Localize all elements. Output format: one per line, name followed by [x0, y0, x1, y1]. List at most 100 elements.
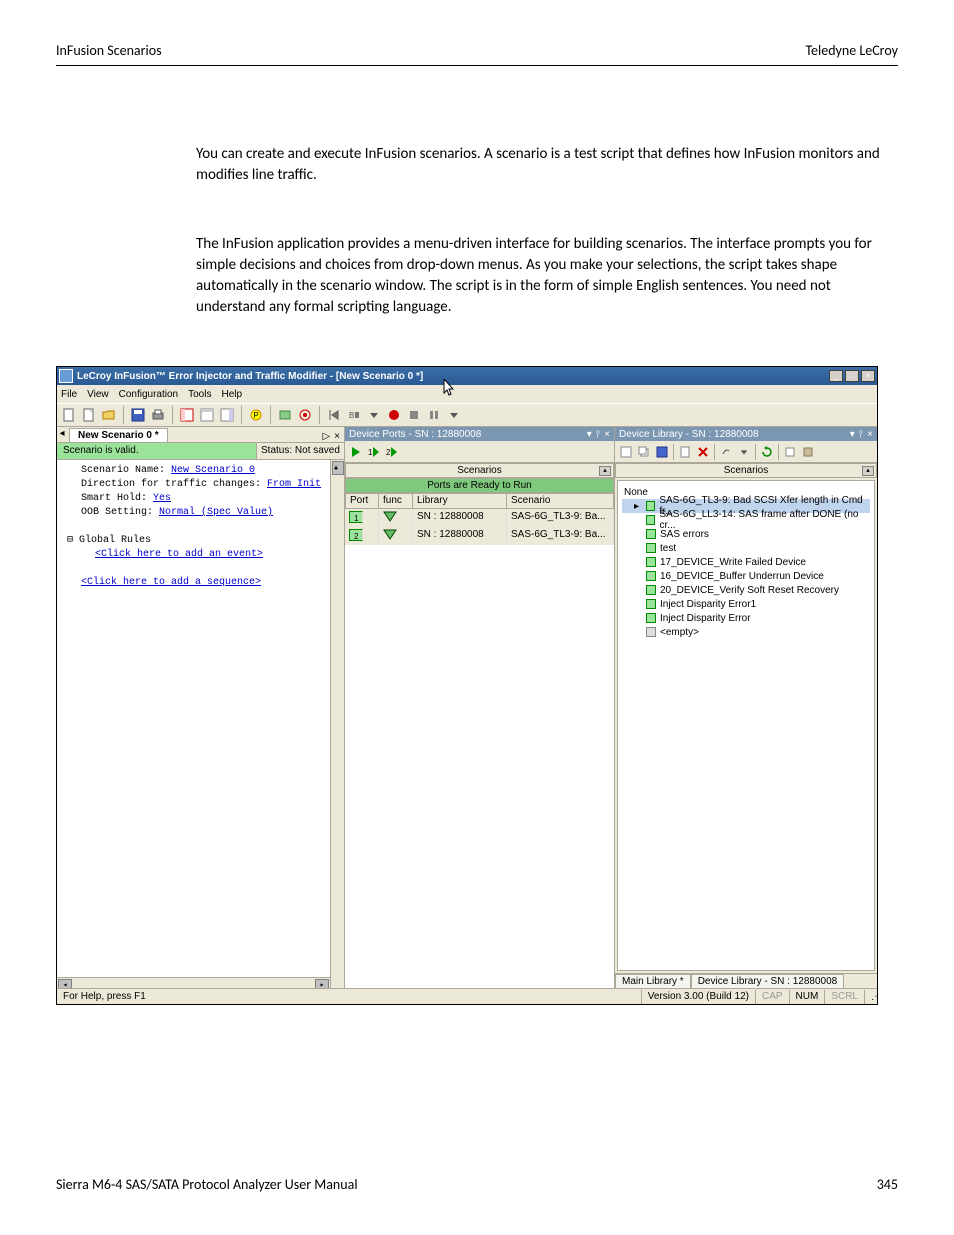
panel-pin-icon[interactable]: ⫯: [596, 429, 600, 440]
list-item[interactable]: <empty>: [622, 625, 870, 639]
tab-menu-icon[interactable]: ▷: [322, 431, 330, 442]
resize-grip-icon[interactable]: ⋰: [864, 990, 877, 1004]
statusbar-num: NUM: [789, 990, 825, 1004]
scenario-tabstrip: ◂ New Scenario 0 * ▷ ×: [57, 427, 344, 443]
statusbar-version: Version 3.00 (Build 12): [641, 990, 755, 1004]
statusbar-cap: CAP: [755, 990, 789, 1004]
minimize-button[interactable]: _: [829, 370, 843, 382]
list-item[interactable]: 16_DEVICE_Buffer Underrun Device: [622, 569, 870, 583]
list-item-label: Inject Disparity Error1: [660, 599, 756, 610]
panel-dropdown-icon[interactable]: ▾: [587, 429, 592, 440]
paragraph-2: The InFusion application provides a menu…: [196, 234, 898, 318]
lib-paste-icon[interactable]: [801, 445, 815, 459]
tree-root-label: None: [624, 487, 648, 498]
collapse-icon[interactable]: ▴: [599, 466, 611, 476]
lib-delete-icon[interactable]: [696, 445, 710, 459]
body-text: You can create and execute InFusion scen…: [0, 66, 954, 318]
panel-close-icon[interactable]: ×: [867, 429, 873, 440]
menu-help[interactable]: Help: [221, 389, 242, 400]
direction-link[interactable]: From Init: [267, 479, 321, 490]
stepb-icon[interactable]: B: [346, 407, 362, 423]
device-library-pane: Device Library - SN : 12880008 ▾ ⫯ ×: [615, 427, 877, 991]
toolbar-separator: [123, 406, 124, 424]
panel-pin-icon[interactable]: ⫯: [859, 429, 863, 440]
lib-new-icon[interactable]: [619, 445, 633, 459]
scenario-tab[interactable]: New Scenario 0 *: [69, 428, 168, 442]
table-row[interactable]: 1 SN : 12880008 SAS-6G_TL3-9: Ba...: [345, 509, 614, 527]
page-number: 345: [877, 1176, 898, 1193]
lib-copy2-icon[interactable]: [783, 445, 797, 459]
record-icon[interactable]: [386, 407, 402, 423]
maximize-button[interactable]: □: [845, 370, 859, 382]
scenario-pane: ◂ New Scenario 0 * ▷ × Scenario is valid…: [57, 427, 345, 991]
panel-dropdown-icon[interactable]: ▾: [850, 429, 855, 440]
scenario-icon: [646, 529, 656, 539]
table-row[interactable]: 2 SN : 12880008 SAS-6G_TL3-9: Ba...: [345, 527, 614, 545]
lib-dropdown-icon[interactable]: [737, 445, 751, 459]
list-item[interactable]: 20_DEVICE_Verify Soft Reset Recovery: [622, 583, 870, 597]
play2-icon[interactable]: 2: [385, 445, 399, 459]
menu-view[interactable]: View: [87, 389, 109, 400]
menu-configuration[interactable]: Configuration: [119, 389, 178, 400]
dropdown2-icon[interactable]: [446, 407, 462, 423]
list-item[interactable]: test: [622, 541, 870, 555]
new-doc-icon[interactable]: [81, 407, 97, 423]
close-button[interactable]: ×: [861, 370, 875, 382]
save-icon[interactable]: [130, 407, 146, 423]
open-icon[interactable]: [101, 407, 117, 423]
play-icon[interactable]: [349, 445, 363, 459]
play1-icon[interactable]: 1: [367, 445, 381, 459]
row-library: SN : 12880008: [413, 527, 507, 545]
print-icon[interactable]: [150, 407, 166, 423]
list-item[interactable]: 17_DEVICE_Write Failed Device: [622, 555, 870, 569]
scenario-editor[interactable]: Scenario Name: New Scenario 0 Direction …: [57, 459, 344, 991]
step-icon[interactable]: [326, 407, 342, 423]
list-item[interactable]: Inject Disparity Error: [622, 611, 870, 625]
page-footer: Sierra M6-4 SAS/SATA Protocol Analyzer U…: [56, 1176, 898, 1193]
menu-tools[interactable]: Tools: [188, 389, 211, 400]
target-icon[interactable]: [297, 407, 313, 423]
row-library: SN : 12880008: [413, 509, 507, 527]
new-icon[interactable]: [61, 407, 77, 423]
tab-nav-left-icon[interactable]: ◂: [57, 428, 67, 442]
stop-icon[interactable]: [406, 407, 422, 423]
scenario-icon: [646, 543, 656, 553]
oob-link[interactable]: Normal (Spec Value): [159, 507, 273, 518]
panel-close-icon[interactable]: ×: [604, 429, 610, 440]
menu-file[interactable]: File: [61, 389, 77, 400]
toolbar-separator: [270, 406, 271, 424]
collapse-icon[interactable]: ▴: [862, 466, 874, 476]
panel3-icon[interactable]: [219, 407, 235, 423]
list-item[interactable]: SAS-6G_LL3-14: SAS frame after DONE (no …: [622, 513, 870, 527]
list-item-label: 16_DEVICE_Buffer Underrun Device: [660, 571, 824, 582]
panes-container: ◂ New Scenario 0 * ▷ × Scenario is valid…: [57, 427, 877, 991]
dropdown-icon[interactable]: [366, 407, 382, 423]
editor-scrollbar-v[interactable]: ▴: [330, 460, 344, 991]
app-icon: [59, 369, 73, 383]
menu-bar: File View Configuration Tools Help: [57, 385, 877, 403]
tab-close-icon[interactable]: ×: [334, 431, 340, 442]
scenario-icon: [646, 613, 656, 623]
panel2-icon[interactable]: [199, 407, 215, 423]
list-item-label: Inject Disparity Error: [660, 613, 751, 624]
lib-attach-icon[interactable]: [719, 445, 733, 459]
smart-hold-link[interactable]: Yes: [153, 493, 171, 504]
lib-save-icon[interactable]: [655, 445, 669, 459]
scenario-icon: [646, 627, 656, 637]
lib-copy-icon[interactable]: [637, 445, 651, 459]
main-toolbar: P B: [57, 403, 877, 427]
paragraph-1: You can create and execute InFusion scen…: [196, 144, 898, 186]
device-icon[interactable]: [277, 407, 293, 423]
panel1-icon[interactable]: [179, 407, 195, 423]
port-number-badge: 2: [349, 529, 363, 541]
add-event-link[interactable]: <Click here to add an event>: [95, 548, 344, 562]
pause-icon[interactable]: [426, 407, 442, 423]
port-icon[interactable]: P: [248, 407, 264, 423]
scenario-name-link[interactable]: New Scenario 0: [171, 465, 255, 476]
toolbar-separator: [172, 406, 173, 424]
list-item[interactable]: Inject Disparity Error1: [622, 597, 870, 611]
add-sequence-link[interactable]: <Click here to add a sequence>: [81, 576, 344, 590]
lib-doc-icon[interactable]: [678, 445, 692, 459]
lib-refresh-icon[interactable]: [760, 445, 774, 459]
device-ports-pane: Device Ports - SN : 12880008 ▾ ⫯ × 1 2 S…: [345, 427, 615, 991]
